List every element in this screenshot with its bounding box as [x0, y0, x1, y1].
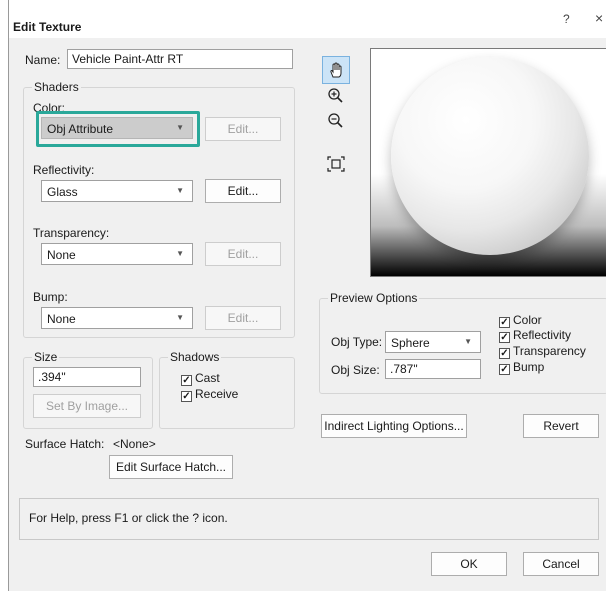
- reflectivity-value: Glass: [47, 185, 78, 199]
- help-message: For Help, press F1 or click the ? icon.: [29, 511, 228, 525]
- preview-bump-label: Bump: [513, 360, 545, 374]
- dialog-title: Edit Texture: [13, 20, 82, 34]
- color-shader-value: Obj Attribute: [47, 122, 114, 136]
- bump-edit-button[interactable]: Edit...: [205, 306, 281, 330]
- chevron-down-icon: ▼: [176, 249, 184, 258]
- texture-preview[interactable]: [370, 48, 606, 277]
- bump-label: Bump:: [33, 290, 68, 304]
- receive-checkbox[interactable]: ✓ Receive: [181, 387, 238, 402]
- bump-value: None: [47, 312, 76, 326]
- checkmark-icon: ✓: [499, 317, 510, 328]
- chevron-down-icon: ▼: [176, 123, 184, 132]
- checkmark-icon: ✓: [499, 332, 510, 343]
- name-label: Name:: [25, 53, 61, 67]
- preview-color-checkbox[interactable]: ✓ Color: [499, 313, 542, 328]
- obj-type-label: Obj Type:: [331, 335, 383, 349]
- preview-options-title: Preview Options: [328, 291, 420, 305]
- transparency-edit-button[interactable]: Edit...: [205, 242, 281, 266]
- obj-type-value: Sphere: [391, 336, 430, 350]
- checkmark-icon: ✓: [181, 375, 192, 386]
- preview-transparency-label: Transparency: [513, 344, 586, 358]
- size-group-title: Size: [32, 350, 60, 364]
- shaders-group-title: Shaders: [32, 80, 81, 94]
- checkmark-icon: ✓: [181, 391, 192, 402]
- help-icon[interactable]: ?: [563, 12, 570, 26]
- receive-label: Receive: [195, 387, 239, 401]
- help-message-box: For Help, press F1 or click the ? icon.: [19, 498, 599, 540]
- zoom-in-icon[interactable]: [322, 82, 350, 110]
- bump-select[interactable]: None ▼: [41, 307, 193, 329]
- set-by-image-button[interactable]: Set By Image...: [33, 394, 141, 418]
- preview-sphere: [391, 57, 589, 255]
- shadows-group-title: Shadows: [168, 350, 222, 364]
- fit-view-icon[interactable]: [322, 150, 350, 178]
- revert-button[interactable]: Revert: [523, 414, 599, 438]
- checkmark-icon: ✓: [499, 364, 510, 375]
- color-shader-select[interactable]: Obj Attribute ▼: [41, 117, 193, 139]
- edit-surface-hatch-button[interactable]: Edit Surface Hatch...: [109, 455, 233, 479]
- name-field[interactable]: Vehicle Paint-Attr RT: [67, 49, 293, 69]
- cast-checkbox[interactable]: ✓ Cast: [181, 371, 220, 386]
- obj-size-label: Obj Size:: [331, 363, 380, 377]
- cancel-button[interactable]: Cancel: [523, 552, 599, 576]
- surface-hatch-value: <None>: [113, 437, 156, 451]
- surface-hatch-label: Surface Hatch:: [25, 437, 105, 451]
- close-icon[interactable]: ×: [595, 10, 603, 26]
- zoom-out-icon[interactable]: [322, 107, 350, 135]
- edit-texture-dialog: Edit Texture ? × Name: Vehicle Paint-Att…: [8, 0, 606, 591]
- color-edit-button[interactable]: Edit...: [205, 117, 281, 141]
- chevron-down-icon: ▼: [176, 313, 184, 322]
- transparency-label: Transparency:: [33, 226, 110, 240]
- preview-color-label: Color: [513, 313, 542, 327]
- transparency-value: None: [47, 248, 76, 262]
- size-field[interactable]: .394": [33, 367, 141, 387]
- reflectivity-select[interactable]: Glass ▼: [41, 180, 193, 202]
- indirect-lighting-options-button[interactable]: Indirect Lighting Options...: [321, 414, 467, 438]
- hand-icon[interactable]: [322, 56, 350, 84]
- chevron-down-icon: ▼: [176, 186, 184, 195]
- checkmark-icon: ✓: [499, 348, 510, 359]
- title-bar: Edit Texture ? ×: [9, 0, 606, 38]
- chevron-down-icon: ▼: [464, 337, 472, 346]
- preview-transparency-checkbox[interactable]: ✓ Transparency: [499, 344, 586, 359]
- obj-type-select[interactable]: Sphere ▼: [385, 331, 481, 353]
- obj-size-field[interactable]: .787": [385, 359, 481, 379]
- preview-reflectivity-checkbox[interactable]: ✓ Reflectivity: [499, 328, 571, 343]
- transparency-select[interactable]: None ▼: [41, 243, 193, 265]
- preview-bump-checkbox[interactable]: ✓ Bump: [499, 360, 544, 375]
- ok-button[interactable]: OK: [431, 552, 507, 576]
- cast-label: Cast: [195, 371, 220, 385]
- reflectivity-edit-button[interactable]: Edit...: [205, 179, 281, 203]
- preview-reflectivity-label: Reflectivity: [513, 328, 572, 342]
- reflectivity-label: Reflectivity:: [33, 163, 95, 177]
